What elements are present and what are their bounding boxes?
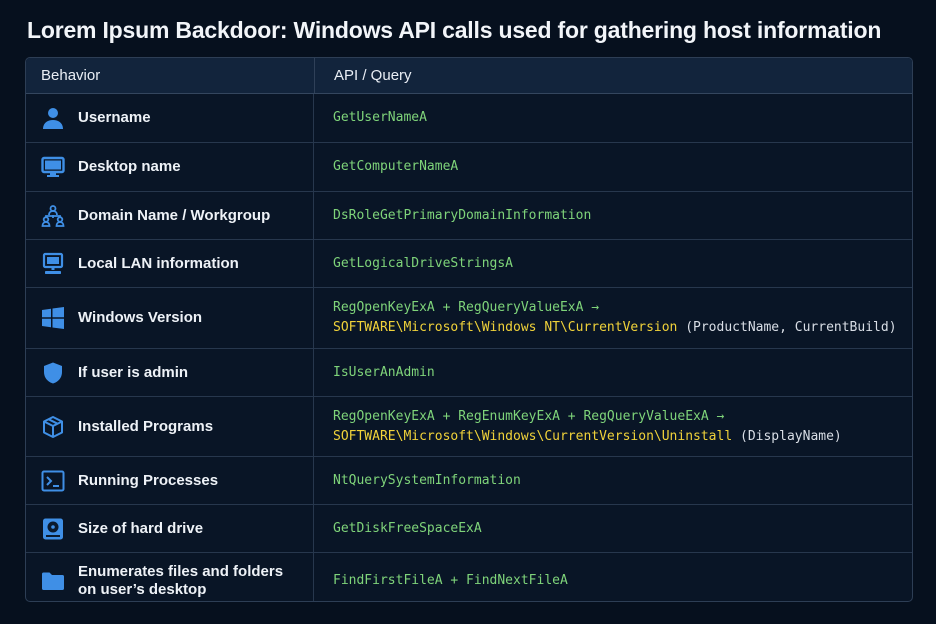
behavior-label: Username (78, 109, 151, 126)
api-call: FindFirstFileA + FindNextFileA (333, 572, 568, 588)
table-row: Desktop name GetComputerNameA (26, 143, 912, 192)
api-call: IsUserAnAdmin (333, 364, 435, 380)
behavior-label: Size of hard drive (78, 519, 204, 537)
behavior-label: Running Processes (78, 471, 219, 489)
table-row: Local LAN information GetLogicalDriveStr… (26, 240, 912, 288)
table-row: Windows Version RegOpenKeyExA + RegQuery… (26, 288, 912, 349)
api-table: Behavior API / Query Username GetUserNam… (25, 57, 913, 602)
table-row: Running Processes NtQuerySystemInformati… (26, 457, 912, 505)
behavior-label: Windows Version (78, 309, 203, 326)
api-call: NtQuerySystemInformation (333, 472, 521, 488)
table-header: Behavior API / Query (26, 58, 912, 94)
desktop-icon (40, 154, 66, 180)
table-row: Enumerates files and folders on user’s d… (26, 553, 912, 601)
table-row: Installed Programs RegOpenKeyExA + RegEn… (26, 397, 912, 457)
table-row: Domain Name / Workgroup DsRoleGetPrimary… (26, 192, 912, 240)
api-call: RegOpenKeyExA + RegQueryValueExA → (333, 300, 600, 315)
behavior-label: Domain Name / Workgroup (78, 206, 271, 224)
shield-icon (40, 360, 66, 386)
registry-path: SOFTWARE\Microsoft\Windows\CurrentVersio… (333, 428, 733, 444)
computer-icon (40, 251, 66, 277)
terminal-icon (40, 468, 66, 494)
header-behavior: Behavior (41, 67, 101, 84)
behavior-label: Enumerates files and folders on user’s d… (78, 563, 283, 599)
header-api: API / Query (314, 58, 912, 93)
api-call: RegOpenKeyExA + RegEnumKeyExA + RegQuery… (333, 408, 725, 424)
registry-values: (ProductName, CurrentBuild) (677, 320, 897, 335)
api-call: GetUserNameA (333, 110, 427, 125)
registry-values: (DisplayName) (732, 428, 842, 444)
package-icon (40, 414, 66, 440)
behavior-label-line2: on user’s desktop (78, 580, 207, 598)
hard-drive-icon (40, 516, 66, 542)
windows-logo-icon (40, 305, 66, 331)
table-row: If user is admin IsUserAnAdmin (26, 349, 912, 397)
api-call: GetComputerNameA (333, 159, 459, 174)
behavior-label: Installed Programs (78, 417, 214, 435)
folder-icon (40, 568, 66, 594)
network-group-icon (40, 203, 66, 229)
api-call: GetDiskFreeSpaceExA (333, 520, 482, 536)
table-row: Size of hard drive GetDiskFreeSpaceExA (26, 505, 912, 553)
api-call: GetLogicalDriveStringsA (333, 255, 514, 271)
behavior-label: If user is admin (78, 363, 189, 381)
user-icon (40, 105, 66, 131)
behavior-label-line1: Enumerates files and folders (78, 562, 284, 580)
registry-path: SOFTWARE\Microsoft\Windows NT\CurrentVer… (333, 320, 678, 335)
behavior-label: Local LAN information (78, 254, 239, 272)
page-title: Lorem Ipsum Backdoor: Windows API calls … (27, 17, 882, 43)
table-row: Username GetUserNameA (26, 94, 912, 143)
api-call: DsRoleGetPrimaryDomainInformation (333, 207, 592, 223)
behavior-label: Desktop name (78, 158, 181, 175)
